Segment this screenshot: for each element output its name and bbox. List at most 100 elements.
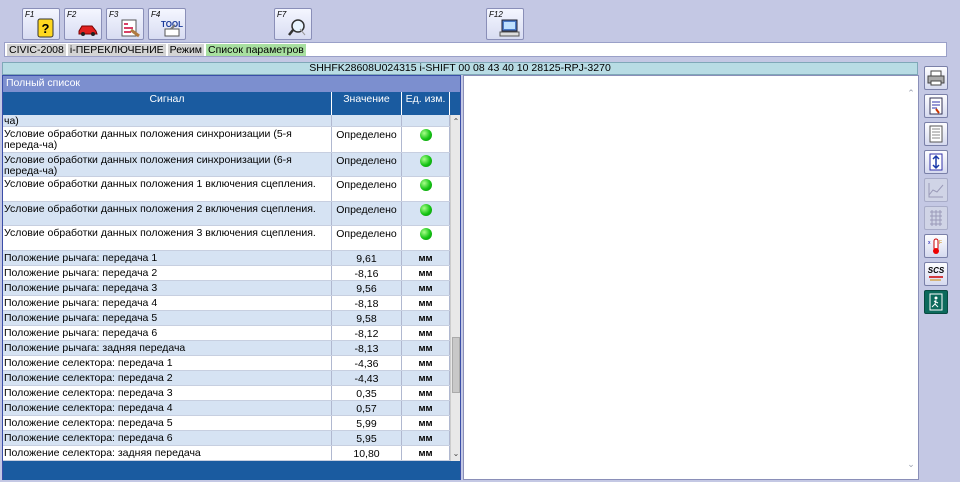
snapshot-icon (929, 97, 943, 115)
f2-vehicle-button[interactable]: F2 (64, 8, 102, 40)
table-row[interactable]: Положение рычага: передача 3 9,56 мм (3, 281, 450, 296)
table-row[interactable]: Положение рычага: передача 2 -8,16 мм (3, 266, 450, 281)
table-row[interactable]: Положение рычага: задняя передача -8,13 мм (3, 341, 450, 356)
table-row[interactable]: Условие обработки данных положения синхр… (3, 127, 450, 153)
grid-icon (930, 210, 942, 226)
value-cell: 0,35 (332, 386, 402, 400)
scroll-thumb[interactable] (452, 337, 460, 393)
value-cell: 9,56 (332, 281, 402, 295)
table-row[interactable]: Положение селектора: передача 2 -4,43 мм (3, 371, 450, 386)
value-cell: -4,36 (332, 356, 402, 370)
table-row[interactable]: Положение рычага: передача 4 -8,18 мм (3, 296, 450, 311)
signal-cell: Положение рычага: передача 6 (3, 326, 332, 340)
breadcrumb-parameter-list[interactable]: Список параметров (206, 44, 306, 56)
thermometer-icon: x F (928, 238, 942, 254)
signal-cell: ча) (3, 115, 332, 127)
unit-cell: мм (402, 431, 450, 445)
unit-cell: мм (402, 281, 450, 295)
table-row[interactable]: Положение рычага: передача 5 9,58 мм (3, 311, 450, 326)
parameter-list-panel: Полный список Сигнал Значение Ед. изм. ч… (2, 75, 461, 480)
value-cell: -4,43 (332, 371, 402, 385)
table-row[interactable]: ча) (3, 115, 450, 127)
column-header-signal[interactable]: Сигнал (3, 92, 332, 115)
value-cell: Определено (332, 127, 402, 152)
help-icon: ? (37, 18, 54, 38)
column-header-value[interactable]: Значение (332, 92, 402, 115)
value-cell: -8,18 (332, 296, 402, 310)
value-cell: 10,80 (332, 446, 402, 460)
table-row[interactable]: Условие обработки данных положения 3 вкл… (3, 226, 450, 251)
status-ok-icon (419, 204, 432, 216)
exit-button[interactable] (924, 290, 948, 314)
value-cell: 5,99 (332, 416, 402, 430)
table-row[interactable]: Положение селектора: передача 3 0,35 мм (3, 386, 450, 401)
list-button[interactable] (924, 122, 948, 146)
table-row[interactable]: Положение селектора: передача 6 5,95 мм (3, 431, 450, 446)
f2-key-label: F2 (67, 10, 77, 19)
table-row[interactable]: Положение селектора: передача 4 0,57 мм (3, 401, 450, 416)
graph-panel: ⌃ ⌄ (463, 75, 919, 480)
value-cell: Определено (332, 202, 402, 225)
f7-search-button[interactable]: F7 (274, 8, 312, 40)
sort-icon (929, 153, 943, 171)
signal-cell: Условие обработки данных положения 2 вкл… (3, 202, 332, 225)
unit-cell: мм (402, 311, 450, 325)
f1-help-button[interactable]: F1 ? (22, 8, 60, 40)
graph-scroll-up-arrow[interactable]: ⌃ (906, 88, 916, 98)
vehicle-id-bar: SHHFK28608U024315 i-SHIFT 00 08 43 40 10… (2, 62, 918, 75)
signal-cell: Положение селектора: передача 1 (3, 356, 332, 370)
status-ok-icon (419, 179, 432, 191)
signal-cell: Положение рычага: передача 1 (3, 251, 332, 265)
table-row[interactable]: Положение рычага: передача 6 -8,12 мм (3, 326, 450, 341)
exit-icon (929, 293, 943, 311)
f3-checklist-button[interactable]: F3 (106, 8, 144, 40)
scroll-up-arrow[interactable]: ⌃ (451, 117, 461, 127)
graph-button[interactable] (924, 178, 948, 202)
breadcrumb-system[interactable]: i-ПЕРЕКЛЮЧЕНИЕ (67, 44, 166, 56)
table-header: Сигнал Значение Ед. изм. (3, 92, 460, 115)
svg-text:x: x (928, 240, 931, 246)
table-row[interactable]: Условие обработки данных положения синхр… (3, 153, 450, 177)
table-row[interactable]: Условие обработки данных положения 1 вкл… (3, 177, 450, 202)
scs-button[interactable]: SCS (924, 262, 948, 286)
f4-key-label: F4 (151, 10, 161, 19)
status-ok-icon (419, 228, 432, 240)
value-cell: Определено (332, 153, 402, 176)
f12-computer-button[interactable]: F12 (486, 8, 524, 40)
parameter-table-body: ча) Условие обработки данных положения си… (3, 115, 450, 461)
unit-cell: мм (402, 296, 450, 310)
printer-icon (927, 70, 945, 86)
sort-button[interactable] (924, 150, 948, 174)
f1-key-label: F1 (25, 10, 35, 19)
value-cell: Определено (332, 177, 402, 201)
car-icon (78, 25, 98, 36)
value-cell: 0,57 (332, 401, 402, 415)
unit-toggle-button[interactable]: x F (924, 234, 948, 258)
table-row[interactable]: Положение селектора: передача 1 -4,36 мм (3, 356, 450, 371)
signal-cell: Положение селектора: передача 2 (3, 371, 332, 385)
snapshot-button[interactable] (924, 94, 948, 118)
scroll-down-arrow[interactable]: ⌄ (451, 449, 461, 459)
table-row[interactable]: Условие обработки данных положения 2 вкл… (3, 202, 450, 226)
unit-cell: мм (402, 416, 450, 430)
table-row[interactable]: Положение рычага: передача 1 9,61 мм (3, 251, 450, 266)
signal-cell: Положение рычага: передача 2 (3, 266, 332, 280)
table-row[interactable]: Положение селектора: передача 5 5,99 мм (3, 416, 450, 431)
f4-tool-button[interactable]: F4 TOOL (148, 8, 186, 40)
computer-icon (499, 19, 520, 37)
breadcrumb: CIVIC-2008 i-ПЕРЕКЛЮЧЕНИЕ Режим Список пара… (4, 42, 947, 57)
panel-title: Полный список (3, 76, 460, 92)
function-key-toolbar: F1 ? F2 F3 F4 TOOL F7 F12 (0, 0, 960, 42)
print-button[interactable] (924, 66, 948, 90)
value-cell: -8,12 (332, 326, 402, 340)
signal-cell: Положение селектора: задняя передача (3, 446, 332, 460)
signal-cell: Условие обработки данных положения 3 вкл… (3, 226, 332, 250)
graph-scroll-down-arrow[interactable]: ⌄ (906, 459, 916, 469)
table-scrollbar[interactable]: ⌃ ⌄ (450, 115, 460, 461)
breadcrumb-mode[interactable]: Режим (167, 44, 205, 56)
grid-button[interactable] (924, 206, 948, 230)
signal-cell: Условие обработки данных положения синхр… (3, 127, 332, 152)
table-row[interactable]: Положение селектора: задняя передача 10,8… (3, 446, 450, 461)
breadcrumb-model[interactable]: CIVIC-2008 (7, 44, 66, 56)
column-header-unit[interactable]: Ед. изм. (402, 92, 450, 115)
